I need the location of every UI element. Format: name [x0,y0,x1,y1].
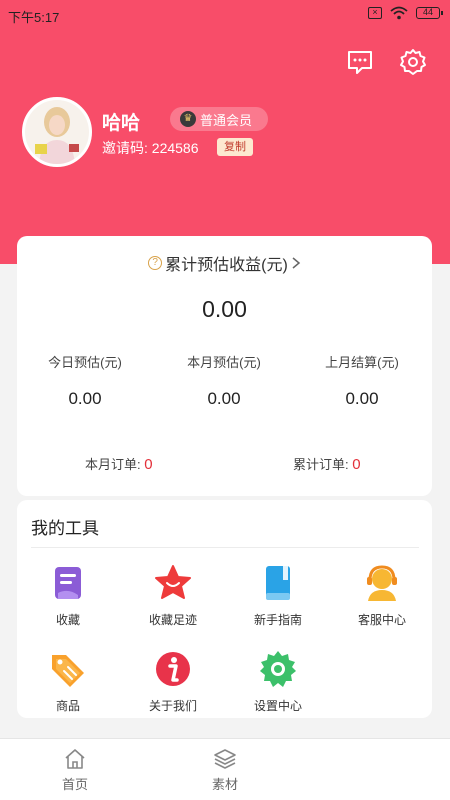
stat-last-month: 上月结算(元) 0.00 [302,352,422,409]
tool-label: 商品 [55,699,80,713]
tag-icon [52,655,84,687]
crown-icon: ♛ [180,111,196,127]
info-icon [156,652,190,686]
stat-value: 0.00 [207,389,241,408]
tool-goods[interactable]: 商品 [18,649,118,714]
order-count: 0 [144,456,153,473]
divider [31,547,419,548]
message-icon[interactable] [346,48,374,76]
total-orders[interactable]: 累计订单: 0 [293,454,361,473]
sim-off-icon: × [368,7,382,19]
customer-service-icon [367,565,397,601]
favorites-icon [55,567,81,599]
earnings-title-row[interactable]: ? 累计预估收益(元) [17,251,432,275]
username: 哈哈 [102,113,141,134]
tool-label: 关于我们 [148,699,197,713]
tool-collect-footprint[interactable]: 收藏足迹 [123,563,223,628]
stat-value: 0.00 [345,389,379,408]
member-level-label: 普通会员 [200,112,253,128]
nav-label: 素材 [211,777,238,792]
bottom-navigation: 首页 素材 [0,738,450,800]
battery-icon: 44 [416,7,443,19]
nav-materials[interactable]: 素材 [195,747,255,793]
avatar[interactable] [22,97,92,167]
invite-code-row: 邀请码: 224586 [102,138,199,158]
chevron-right-icon [292,257,300,269]
gear-icon [260,651,296,687]
status-bar: 下午5:17 × 44 [0,0,450,30]
tool-label: 新手指南 [253,613,302,627]
stat-label: 本月预估(元) [187,355,261,370]
tool-customer-service[interactable]: 客服中心 [332,563,432,628]
order-count: 0 [352,456,361,473]
book-icon [266,566,290,600]
tool-label: 设置中心 [253,699,302,713]
tool-favorites[interactable]: 收藏 [18,563,118,628]
home-icon [65,749,85,769]
invite-label: 邀请码: [102,140,148,156]
nav-label: 首页 [61,777,88,792]
wifi-icon [390,6,408,20]
stat-today: 今日预估(元) 0.00 [25,352,145,409]
member-level-badge: ♛ 普通会员 [170,107,268,131]
order-label: 本月订单: [85,457,141,472]
copy-button[interactable]: 复制 [217,138,253,156]
nav-home[interactable]: 首页 [45,747,105,793]
earnings-total: 0.00 [202,296,247,322]
tools-title: 我的工具 [31,519,99,538]
order-label: 累计订单: [293,457,349,472]
avatar-image [25,100,89,164]
tool-about-us[interactable]: 关于我们 [123,649,223,714]
monthly-orders[interactable]: 本月订单: 0 [85,454,153,473]
layers-icon [214,749,236,769]
help-icon[interactable]: ? [148,256,163,270]
stat-this-month: 本月预估(元) 0.00 [164,352,284,409]
tools-card: 我的工具 收藏 收藏足迹 新手指南 客服中心 商品 关于我们 设置中心 [17,500,432,718]
stat-label: 上月结算(元) [325,355,399,370]
tool-label: 收藏足迹 [148,613,197,627]
tool-label: 收藏 [55,613,80,627]
tool-label: 客服中心 [357,613,406,627]
status-time: 下午5:17 [8,10,60,25]
invite-code: 224586 [151,140,199,156]
star-icon [155,565,191,599]
stat-label: 今日预估(元) [48,355,122,370]
tool-beginner-guide[interactable]: 新手指南 [228,563,328,628]
earnings-card: ? 累计预估收益(元) 0.00 今日预估(元) 0.00 本月预估(元) 0.… [17,236,432,496]
settings-gear-icon[interactable] [399,48,427,76]
stat-value: 0.00 [68,389,102,408]
tool-settings-center[interactable]: 设置中心 [228,649,328,714]
earnings-title: 累计预估收益(元) [165,257,288,274]
